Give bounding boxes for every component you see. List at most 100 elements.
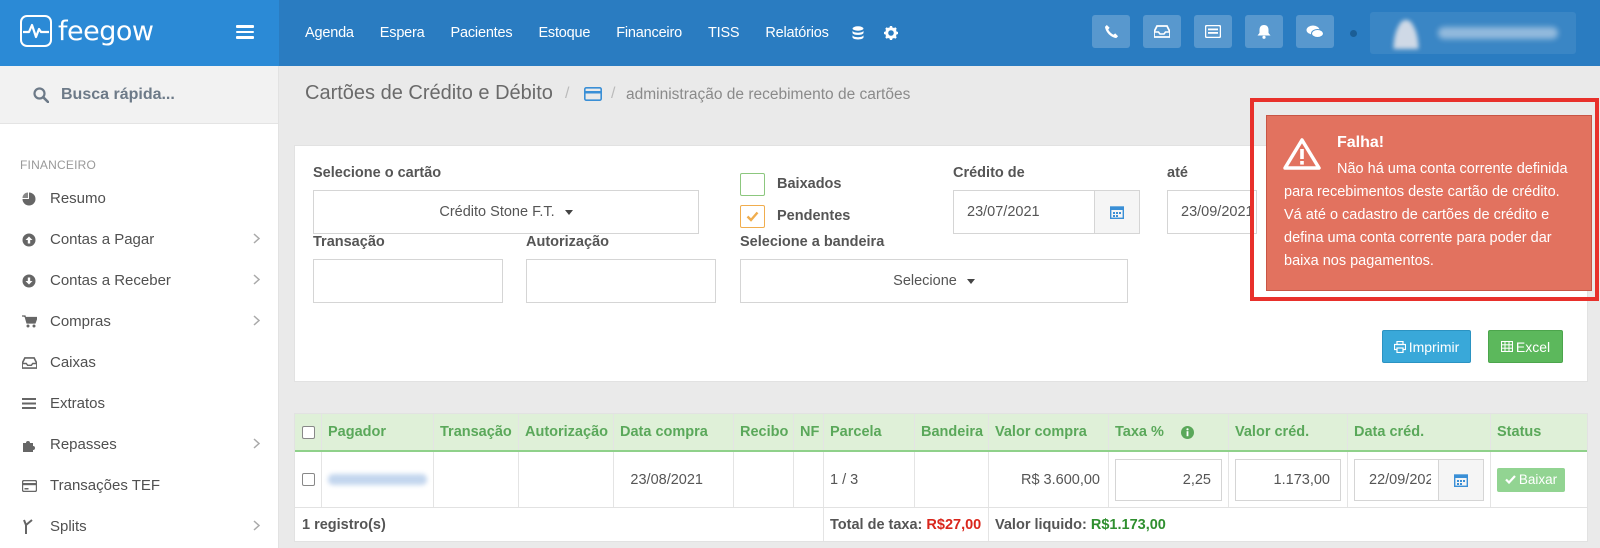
- nav-relatorios[interactable]: Relatórios: [752, 25, 841, 41]
- excel-button[interactable]: Excel: [1488, 330, 1563, 363]
- data-cred-input[interactable]: 22/09/2021: [1354, 458, 1484, 501]
- nav-pacientes[interactable]: Pacientes: [438, 25, 526, 41]
- bell-icon[interactable]: [1245, 15, 1283, 48]
- cell-pagador[interactable]: [322, 452, 434, 507]
- col-autorizacao[interactable]: Autorização: [519, 414, 614, 450]
- cell-autorizacao: [519, 452, 614, 507]
- col-valor-cred[interactable]: Valor créd.: [1229, 414, 1348, 450]
- sidebar-item-label: Resumo: [50, 190, 106, 207]
- sidebar-item-contas-a-receber[interactable]: Contas a Receber: [0, 260, 278, 301]
- arrow-up-circle-icon: [21, 232, 37, 248]
- breadcrumb: administração de recebimento de cartões: [626, 86, 911, 103]
- chat-icon[interactable]: [1296, 15, 1334, 48]
- col-nf[interactable]: NF: [794, 414, 824, 450]
- col-transacao[interactable]: Transação: [434, 414, 519, 450]
- logo[interactable]: feegow: [20, 15, 154, 47]
- col-taxa-label: Taxa %: [1115, 424, 1164, 440]
- print-button[interactable]: Imprimir: [1382, 330, 1471, 363]
- credito-de-input[interactable]: 23/07/2021: [953, 190, 1140, 234]
- list-icon: [21, 396, 37, 412]
- autorizacao-input[interactable]: [526, 259, 716, 303]
- transacao-input[interactable]: [313, 259, 503, 303]
- sidebar-item-caixas[interactable]: Caixas: [0, 342, 278, 383]
- card-select[interactable]: Crédito Stone F.T.: [313, 190, 699, 234]
- sidebar-item-contas-a-pagar[interactable]: Contas a Pagar: [0, 219, 278, 260]
- credito-de-value: 23/07/2021: [967, 204, 1040, 220]
- col-valor-compra[interactable]: Valor compra: [989, 414, 1109, 450]
- status-dot: [1350, 30, 1357, 37]
- col-data-cred[interactable]: Data créd.: [1348, 414, 1491, 450]
- col-data-compra[interactable]: Data compra: [614, 414, 734, 450]
- sidebar-item-splits[interactable]: Splits: [0, 506, 278, 547]
- sidebar-item-label: Repasses: [50, 436, 117, 453]
- bandeira-select[interactable]: Selecione: [740, 259, 1128, 303]
- col-bandeira[interactable]: Bandeira: [915, 414, 989, 450]
- sidebar-item-label: Contas a Receber: [50, 272, 171, 289]
- cell-parcela: 1 / 3: [824, 452, 915, 507]
- col-pagador[interactable]: Pagador: [322, 414, 434, 450]
- baixar-button[interactable]: Baixar: [1497, 467, 1565, 492]
- sidebar-item-label: Splits: [50, 518, 87, 535]
- info-icon[interactable]: [1180, 425, 1194, 439]
- nav-tiss[interactable]: TISS: [695, 25, 752, 41]
- pendentes-checkbox[interactable]: [740, 205, 765, 228]
- main-nav: Agenda Espera Pacientes Estoque Financei…: [292, 0, 908, 66]
- user-menu[interactable]: [1370, 12, 1576, 54]
- cell-data-cred: 22/09/2021: [1348, 452, 1491, 507]
- row-checkbox[interactable]: [301, 473, 315, 486]
- inbox-icon[interactable]: [1143, 15, 1181, 48]
- valor-cred-input[interactable]: 1.173,00: [1235, 458, 1341, 501]
- nav-agenda[interactable]: Agenda: [292, 25, 367, 41]
- check-icon: [746, 211, 759, 222]
- chevron-right-icon: [253, 438, 260, 449]
- arrow-down-circle-icon: [21, 273, 37, 289]
- calendar-icon[interactable]: [1438, 459, 1483, 500]
- gear-icon[interactable]: [874, 26, 908, 40]
- logo-area: feegow: [0, 0, 279, 66]
- total-taxa: Total de taxa: R$27,00: [824, 508, 989, 541]
- baixados-checkbox[interactable]: [740, 173, 765, 196]
- card-select-value: Crédito Stone F.T.: [439, 204, 555, 220]
- col-status[interactable]: Status: [1491, 414, 1589, 450]
- print-button-label: Imprimir: [1408, 338, 1460, 355]
- select-all-checkbox[interactable]: [301, 425, 315, 439]
- menu-toggle-icon[interactable]: [236, 25, 254, 39]
- cards-table: Pagador Transação Autorização Data compr…: [294, 413, 1588, 542]
- sidebar-item-compras[interactable]: Compras: [0, 301, 278, 342]
- ate-input[interactable]: 23/09/2021: [1167, 190, 1257, 234]
- pie-chart-icon: [21, 191, 37, 207]
- error-alert[interactable]: Falha! Não há uma conta corrente definid…: [1266, 115, 1592, 291]
- sidebar-item-repasses[interactable]: Repasses: [0, 424, 278, 465]
- sidebar-item-resumo[interactable]: Resumo: [0, 178, 278, 219]
- bandeira-label: Selecione a bandeira: [740, 234, 885, 250]
- cell-taxa: 2,25: [1109, 452, 1229, 507]
- table-icon: [1500, 341, 1513, 352]
- col-recibo[interactable]: Recibo: [734, 414, 794, 450]
- quick-search[interactable]: Busca rápida...: [0, 66, 278, 124]
- cell-bandeira: [915, 452, 989, 507]
- col-parcela[interactable]: Parcela: [824, 414, 915, 450]
- page-title: Cartões de Crédito e Débito: [305, 82, 553, 104]
- taxa-input[interactable]: 2,25: [1115, 458, 1222, 501]
- valor-liquido-label: Valor liquido:: [995, 516, 1087, 533]
- phone-icon[interactable]: [1092, 15, 1130, 48]
- table-footer-row: 1 registro(s) Total de taxa: R$27,00 Val…: [295, 508, 1587, 541]
- nav-financeiro[interactable]: Financeiro: [603, 25, 695, 41]
- sidebar-item-extratos[interactable]: Extratos: [0, 383, 278, 424]
- col-taxa[interactable]: Taxa %: [1109, 414, 1229, 450]
- check-icon: [1505, 475, 1516, 484]
- chevron-right-icon: [253, 520, 260, 531]
- sidebar-item-transacoes-tef[interactable]: Transações TEF: [0, 465, 278, 506]
- database-icon[interactable]: [842, 26, 874, 40]
- calendar-icon[interactable]: [1094, 191, 1139, 233]
- pagador-name-redacted: [328, 474, 427, 485]
- chevron-right-icon: [253, 274, 260, 285]
- total-taxa-label: Total de taxa:: [830, 516, 923, 533]
- nav-espera[interactable]: Espera: [367, 25, 438, 41]
- card-list-icon[interactable]: [1194, 15, 1232, 48]
- nav-estoque[interactable]: Estoque: [525, 25, 603, 41]
- sidebar: Busca rápida... FINANCEIRO Resumo Contas…: [0, 66, 279, 548]
- cell-recibo: [734, 452, 794, 507]
- transacao-label: Transação: [313, 234, 385, 250]
- baixar-button-label: Baixar: [1518, 472, 1558, 487]
